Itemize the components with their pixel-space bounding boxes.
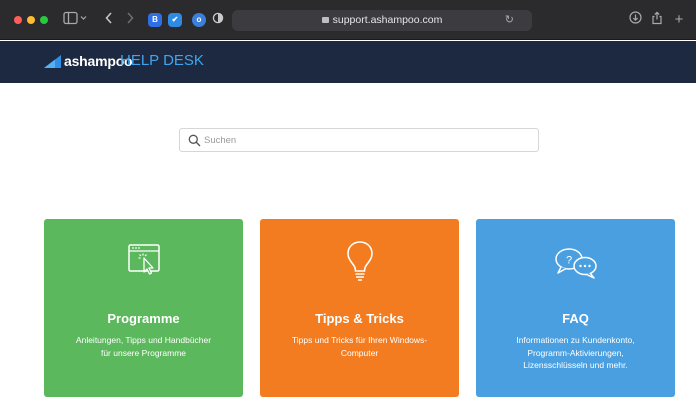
search-box[interactable] <box>179 128 539 152</box>
reload-icon[interactable]: ↻ <box>505 12 514 29</box>
site-header: ashampoo HELP DESK <box>0 41 696 83</box>
search-input[interactable] <box>204 130 524 150</box>
zoom-window-button[interactable] <box>40 16 48 24</box>
card-title: Programme <box>107 311 180 326</box>
share-icon[interactable] <box>650 11 664 29</box>
card-tipps-tricks[interactable]: Tipps & Tricks Tipps und Tricks für Ihre… <box>260 219 459 397</box>
card-title: Tipps & Tricks <box>315 311 404 326</box>
ashampoo-logo-icon[interactable] <box>44 55 61 68</box>
card-description: Informationen zu Kundenkonto, Programm-A… <box>516 335 635 370</box>
window-pointer-icon <box>127 244 160 275</box>
extension-o-icon[interactable]: o <box>192 13 206 27</box>
search-icon <box>188 134 201 147</box>
card-programme[interactable]: Programme Anleitungen, Tipps und Handbüc… <box>44 219 243 397</box>
chat-bubbles-icon: ? <box>554 248 597 279</box>
close-window-button[interactable] <box>14 16 22 24</box>
new-tab-icon[interactable]: + <box>672 11 686 29</box>
card-description: Anleitungen, Tipps und Handbücher für un… <box>75 335 212 358</box>
card-faq[interactable]: ? FAQ Informationen zu Kundenkonto, Prog… <box>476 219 675 397</box>
card-description: Tipps und Tricks für Ihren Windows- Comp… <box>291 335 428 358</box>
sidebar-icon[interactable] <box>62 11 88 29</box>
download-icon[interactable] <box>628 11 642 29</box>
lock-icon <box>321 17 329 23</box>
back-icon[interactable] <box>103 11 115 29</box>
extension-b-icon[interactable]: B <box>148 13 162 27</box>
privacy-shield-icon[interactable] <box>211 11 225 29</box>
minimize-window-button[interactable] <box>27 16 35 24</box>
browser-toolbar: B ✔ o support.ashampoo.com ↻ + <box>0 0 696 40</box>
url-text: support.ashampoo.com <box>332 14 443 26</box>
page-title[interactable]: HELP DESK <box>120 51 204 71</box>
forward-icon[interactable] <box>124 11 136 29</box>
lightbulb-icon <box>346 241 373 281</box>
extension-shield-icon[interactable]: ✔ <box>168 13 182 27</box>
address-bar[interactable]: support.ashampoo.com ↻ <box>232 10 532 31</box>
svg-text:?: ? <box>565 255 571 267</box>
card-title: FAQ <box>562 311 589 326</box>
